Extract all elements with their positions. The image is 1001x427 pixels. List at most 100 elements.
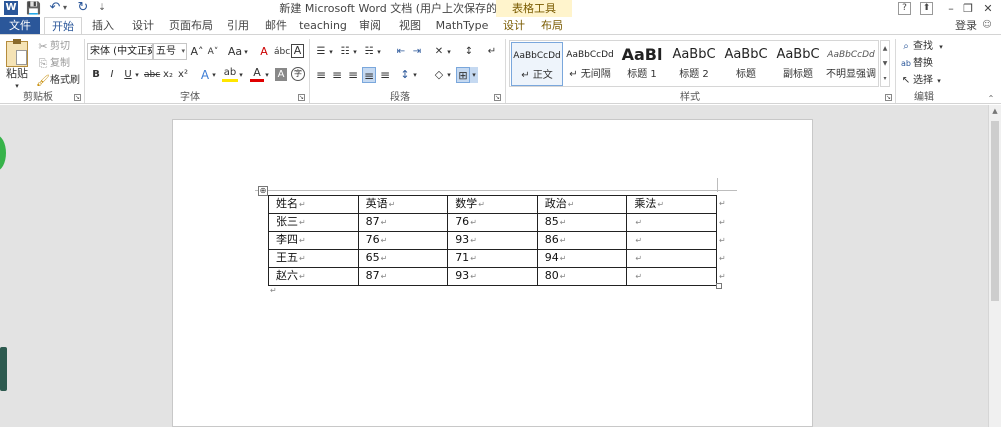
change-case-button[interactable]: Aa: [226, 44, 244, 60]
side-widget-icon[interactable]: [0, 135, 6, 171]
font-color-button[interactable]: A: [250, 67, 264, 82]
account-icon[interactable]: ☺: [980, 17, 994, 34]
tab-mailings[interactable]: 邮件: [258, 17, 294, 34]
style-subtitle[interactable]: AaBbC 副标题: [772, 42, 824, 86]
bold-button[interactable]: B: [90, 67, 102, 83]
find-button[interactable]: 查找: [913, 39, 937, 55]
styles-gallery-scroll[interactable]: ▲ ▼ ▾: [880, 40, 890, 87]
table-cell[interactable]: 87↵: [357, 267, 449, 286]
font-color-dropdown-icon[interactable]: ▾: [264, 67, 270, 83]
align-left-button[interactable]: ≡: [314, 67, 328, 83]
shading-button[interactable]: ◇: [432, 67, 446, 83]
replace-icon[interactable]: ab: [900, 56, 912, 72]
line-spacing-button[interactable]: ↕: [398, 67, 412, 83]
table-cell[interactable]: 李四↵: [268, 231, 359, 250]
tab-design[interactable]: 设计: [124, 17, 162, 34]
bullets-dropdown-icon[interactable]: ▾: [328, 44, 334, 60]
table-cell[interactable]: 93↵: [447, 267, 538, 286]
shading-dropdown-icon[interactable]: ▾: [446, 67, 452, 83]
style-heading-1[interactable]: AaBl 标题 1: [616, 42, 668, 86]
text-effects-dropdown-icon[interactable]: ▾: [211, 67, 217, 83]
replace-button[interactable]: 替换: [913, 56, 937, 72]
tab-references[interactable]: 引用: [220, 17, 256, 34]
scrollbar-thumb[interactable]: [991, 121, 999, 301]
format-painter-button[interactable]: 格式刷: [50, 73, 82, 89]
redo-icon[interactable]: ↻: [76, 1, 90, 15]
copy-icon[interactable]: ⎘: [36, 56, 50, 72]
align-right-button[interactable]: ≡: [346, 67, 360, 83]
help-button[interactable]: ?: [898, 2, 911, 15]
table-cell[interactable]: 86↵: [536, 231, 628, 250]
save-icon[interactable]: 💾: [26, 1, 41, 15]
side-toolbar-handle[interactable]: [0, 347, 7, 391]
tab-teaching[interactable]: teaching: [298, 17, 348, 34]
restore-button[interactable]: ❐: [957, 0, 979, 17]
clipboard-icon[interactable]: [6, 39, 28, 67]
highlight-dropdown-icon[interactable]: ▾: [238, 67, 244, 83]
styles-launcher-icon[interactable]: ↘: [885, 94, 892, 101]
grow-font-button[interactable]: A˄: [190, 44, 204, 60]
tab-home[interactable]: 开始: [44, 17, 82, 35]
justify-button[interactable]: ≡: [362, 67, 376, 83]
multilevel-dropdown-icon[interactable]: ▾: [376, 44, 382, 60]
numbering-dropdown-icon[interactable]: ▾: [352, 44, 358, 60]
style-title[interactable]: AaBbC 标题: [720, 42, 772, 86]
find-dropdown-icon[interactable]: ▾: [937, 39, 945, 55]
font-launcher-icon[interactable]: ↘: [298, 94, 305, 101]
font-name-combobox[interactable]: 宋体 (中文正文 ▾: [87, 43, 153, 60]
chinese-layout-dropdown-icon[interactable]: ▾: [446, 44, 452, 60]
decrease-indent-button[interactable]: ⇤: [394, 44, 408, 60]
borders-dropdown-icon[interactable]: ▾: [470, 67, 478, 83]
style-no-spacing[interactable]: AaBbCcDd ↵ 无间隔: [564, 42, 616, 86]
table-resize-handle[interactable]: [716, 283, 722, 289]
table-header-cell[interactable]: 数学↵: [447, 195, 538, 214]
format-painter-icon[interactable]: 🖌: [36, 73, 50, 89]
table-cell[interactable]: ↵: [626, 249, 717, 268]
ribbon-display-options-button[interactable]: ⬆: [920, 2, 933, 15]
style-subtle-emphasis[interactable]: AaBbCcDd 不明显强调: [824, 42, 878, 86]
tab-page-layout[interactable]: 页面布局: [164, 17, 218, 34]
style-heading-2[interactable]: AaBbC 标题 2: [668, 42, 720, 86]
tab-mathtype[interactable]: MathType: [432, 17, 492, 34]
character-shading-button[interactable]: A: [275, 68, 287, 81]
table-header-cell[interactable]: 英语↵: [357, 195, 449, 214]
shrink-font-button[interactable]: A˅: [206, 44, 220, 60]
vertical-scrollbar[interactable]: ▲: [988, 105, 1001, 427]
tab-view[interactable]: 视图: [392, 17, 428, 34]
change-case-dropdown-icon[interactable]: ▾: [243, 44, 249, 60]
phonetic-guide-button[interactable]: ábc: [274, 44, 290, 60]
bullets-button[interactable]: ☰: [314, 44, 328, 60]
table-cell[interactable]: 张三↵: [268, 213, 359, 232]
table-cell[interactable]: ↵: [626, 267, 717, 286]
scroll-up-icon[interactable]: ▲: [991, 107, 999, 115]
text-effects-button[interactable]: A: [198, 67, 212, 83]
show-formatting-marks-button[interactable]: ↵: [486, 44, 498, 60]
distributed-button[interactable]: ≡: [378, 67, 392, 83]
numbering-button[interactable]: ☷: [338, 44, 352, 60]
clipboard-launcher-icon[interactable]: ↘: [74, 94, 81, 101]
select-icon[interactable]: ↖: [900, 73, 912, 89]
paragraph-mark[interactable]: ↵: [270, 286, 277, 295]
sign-in-link[interactable]: 登录: [952, 17, 980, 34]
highlight-button[interactable]: ab: [222, 67, 238, 82]
tab-file[interactable]: 文件: [0, 17, 40, 34]
table-cell[interactable]: 94↵: [536, 249, 628, 268]
table-cell[interactable]: 76↵: [447, 213, 538, 232]
font-size-combobox[interactable]: 五号 ▾: [153, 43, 187, 60]
multilevel-list-button[interactable]: ☵: [362, 44, 376, 60]
table-cell[interactable]: 80↵: [536, 267, 628, 286]
select-button[interactable]: 选择: [913, 73, 937, 89]
subscript-button[interactable]: x₂: [161, 67, 175, 83]
borders-button[interactable]: ⊞: [456, 67, 470, 83]
table-cell[interactable]: 王五↵: [268, 249, 359, 268]
clear-format-button[interactable]: A: [256, 44, 272, 60]
table-cell[interactable]: ↵: [626, 231, 717, 250]
tab-table-design[interactable]: 设计: [496, 17, 532, 34]
style-normal[interactable]: AaBbCcDd ↵ 正文: [511, 42, 563, 86]
table-cell[interactable]: ↵: [626, 213, 717, 232]
copy-button[interactable]: 复制: [50, 56, 74, 72]
paragraph-launcher-icon[interactable]: ↘: [494, 94, 501, 101]
increase-indent-button[interactable]: ⇥: [410, 44, 424, 60]
center-button[interactable]: ≡: [330, 67, 344, 83]
table-cell[interactable]: 93↵: [447, 231, 538, 250]
